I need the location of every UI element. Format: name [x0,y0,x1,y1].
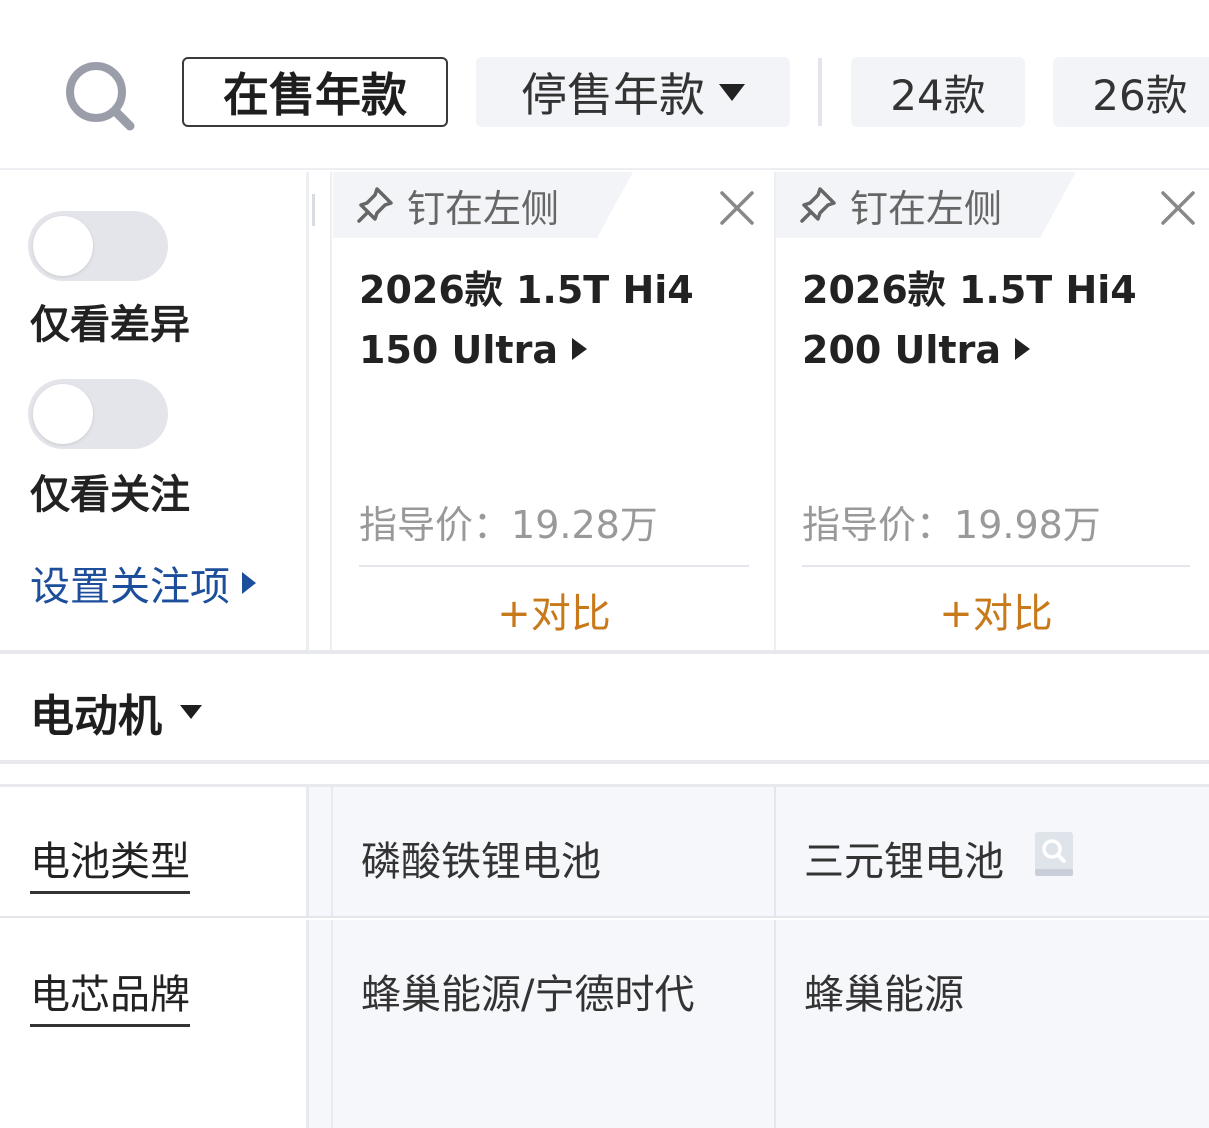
spec-row: 电芯品牌 蜂巢能源/宁德时代 蜂巢能源 [0,920,1209,1128]
spec-table: 电池类型 磷酸铁锂电池 三元锂电池 电芯品牌 蜂巢能源/宁德时代 蜂巢能源 [0,787,1209,1128]
year-chip-24[interactable]: 24款 [851,57,1025,127]
diff-only-toggle[interactable] [28,211,168,281]
spec-row: 电池类型 磷酸铁锂电池 三元锂电池 [0,787,1209,918]
guide-price-value: 19.98万 [954,503,1101,547]
toggle-knob [33,384,93,444]
car-name-line1: 2026款 1.5T Hi4 [802,268,1137,312]
car-model-name[interactable]: 2026款 1.5T Hi4 150 Ultra [359,260,759,380]
on-sale-years-label: 在售年款 [223,68,407,122]
spec-value: 蜂巢能源 [804,972,964,1018]
year-chip-label: 24款 [890,70,986,120]
spec-value: 磷酸铁锂电池 [361,839,601,885]
column-separator [306,787,333,916]
spec-label-cell[interactable]: 电池类型 [0,787,306,916]
search-icon[interactable] [62,60,138,132]
add-compare-button[interactable]: +对比 [802,580,1190,640]
pin-left-label: 钉在左侧 [850,186,1003,231]
year-filter-bar: 在售年款 停售年款 24款 26款 [0,0,1209,170]
guide-price: 指导价：19.98万 [802,494,1101,549]
stopped-years-dropdown[interactable]: 停售年款 [476,57,790,127]
spec-value-cell: 蜂巢能源 [774,920,1209,1128]
card-divider [802,565,1190,567]
column-separator [306,172,332,650]
close-icon[interactable] [719,190,755,226]
add-compare-button[interactable]: +对比 [359,580,749,640]
guide-price: 指导价：19.28万 [359,494,658,549]
hidden-column-edge [309,194,315,226]
close-icon[interactable] [1160,190,1196,226]
spec-value-cell: 蜂巢能源/宁德时代 [333,920,774,1128]
lookup-icon[interactable] [1034,831,1074,877]
play-arrow-icon [1014,337,1030,360]
spec-value: 蜂巢能源/宁德时代 [361,972,695,1018]
pin-icon [800,187,836,223]
pin-icon [357,187,393,223]
year-chip-label: 26款 [1092,70,1188,120]
compare-options-panel: 仅看差异 仅看关注 设置关注项 [0,172,306,650]
guide-price-label: 指导价： [359,503,512,547]
add-compare-label: +对比 [497,591,611,637]
card-divider [359,565,749,567]
car-model-name[interactable]: 2026款 1.5T Hi4 200 Ultra [802,260,1202,380]
spec-value: 三元锂电池 [804,839,1004,885]
pin-left-button[interactable]: 钉在左侧 [776,172,1076,238]
car-name-line2: 150 Ultra [359,328,558,372]
section-header[interactable]: 电动机 [0,654,1209,760]
follow-only-toggle[interactable] [28,379,168,449]
caret-down-icon [180,705,202,719]
guide-price-value: 19.28万 [511,503,658,547]
on-sale-years-tab[interactable]: 在售年款 [182,57,448,127]
section-divider-band [0,760,1209,787]
spec-value-cell: 三元锂电池 [774,787,1209,916]
column-separator [306,920,333,1128]
follow-only-label: 仅看关注 [30,472,190,518]
caret-down-icon [719,83,745,101]
guide-price-label: 指导价： [802,503,955,547]
set-followed-items-link[interactable]: 设置关注项 [30,554,256,612]
set-followed-items-label: 设置关注项 [30,564,230,610]
stopped-years-label: 停售年款 [521,68,705,122]
add-compare-label: +对比 [939,591,1053,637]
section-title: 电动机 [30,680,202,744]
filter-divider [818,58,822,126]
play-arrow-icon [571,337,587,360]
section-title-text: 电动机 [30,691,162,742]
diff-only-label: 仅看差异 [30,302,190,348]
pin-left-label: 钉在左侧 [407,186,560,231]
car-name-line1: 2026款 1.5T Hi4 [359,268,694,312]
car-card: 钉在左侧 2026款 1.5T Hi4 150 Ultra 指导价：19.28万… [333,172,773,650]
car-name-line2: 200 Ultra [802,328,1001,372]
spec-label: 电芯品牌 [30,962,190,1027]
pin-left-button[interactable]: 钉在左侧 [333,172,633,238]
year-chip-26[interactable]: 26款 [1053,57,1209,127]
spec-label: 电池类型 [30,829,190,894]
toggle-knob [33,216,93,276]
spec-value-cell: 磷酸铁锂电池 [333,787,774,916]
arrow-right-icon [242,572,256,594]
car-card: 钉在左侧 2026款 1.5T Hi4 200 Ultra 指导价：19.98万… [774,172,1209,650]
spec-label-cell[interactable]: 电芯品牌 [0,920,306,1128]
